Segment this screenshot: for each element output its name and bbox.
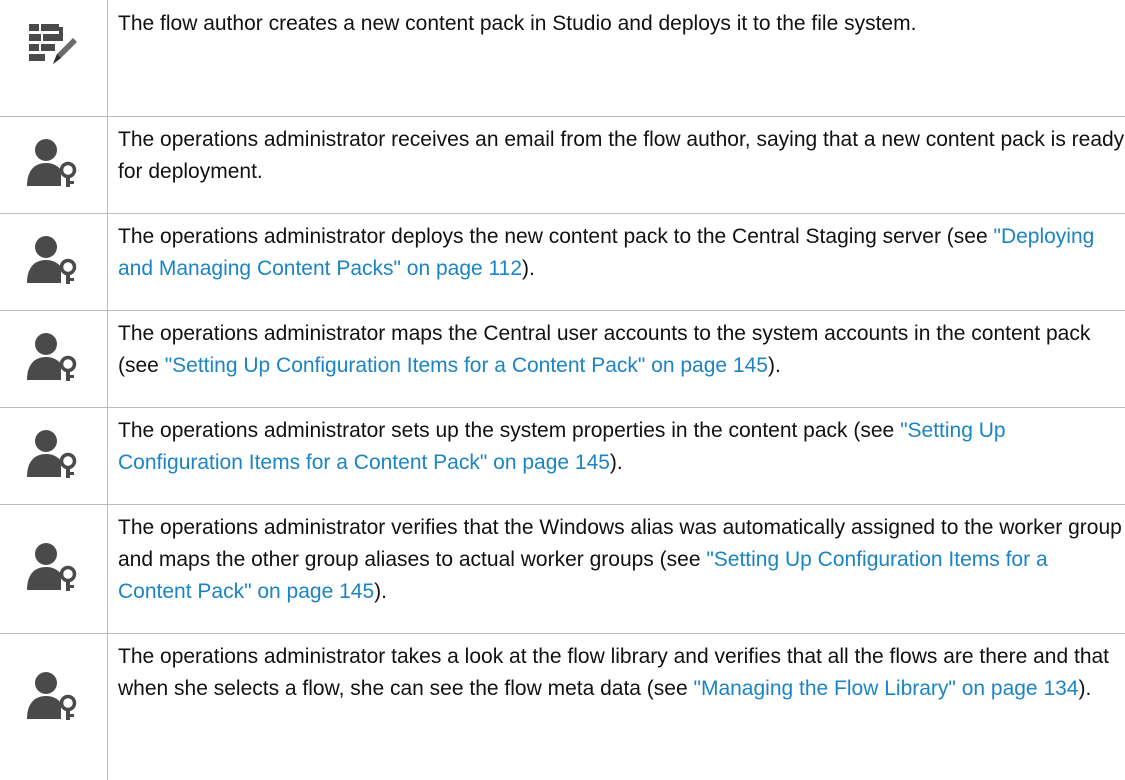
step-text: The operations administrator verifies th…	[118, 516, 1122, 603]
step-text: The flow author creates a new content pa…	[118, 12, 917, 35]
step-row: The operations administrator deploys the…	[0, 213, 1125, 311]
step-row: The operations administrator receives an…	[0, 116, 1125, 214]
operations-administrator-icon	[0, 504, 107, 633]
step-row: The operations administrator maps the Ce…	[0, 310, 1125, 408]
operations-administrator-icon	[0, 310, 107, 407]
step-row: The flow author creates a new content pa…	[0, 0, 1125, 117]
step-text: The operations administrator deploys the…	[118, 225, 1095, 280]
step-text: The operations administrator takes a loo…	[118, 645, 1110, 700]
cross-reference-link[interactable]: "Managing the Flow Library" on page 134	[694, 677, 1079, 700]
step-text: The operations administrator receives an…	[118, 128, 1125, 183]
cross-reference-link[interactable]: "Setting Up Configuration Items for a Co…	[165, 354, 768, 377]
step-row: The operations administrator takes a loo…	[0, 633, 1125, 780]
operations-administrator-icon	[0, 633, 107, 780]
operations-administrator-icon	[0, 407, 107, 504]
operations-administrator-icon	[0, 213, 107, 310]
step-row: The operations administrator sets up the…	[0, 407, 1125, 505]
operations-administrator-icon	[0, 116, 107, 213]
step-row: The operations administrator verifies th…	[0, 504, 1125, 634]
workflow-steps-table: The flow author creates a new content pa…	[0, 0, 1125, 780]
step-text: The operations administrator sets up the…	[118, 419, 1006, 474]
step-text: The operations administrator maps the Ce…	[118, 322, 1091, 377]
flow-author-icon	[0, 0, 107, 116]
